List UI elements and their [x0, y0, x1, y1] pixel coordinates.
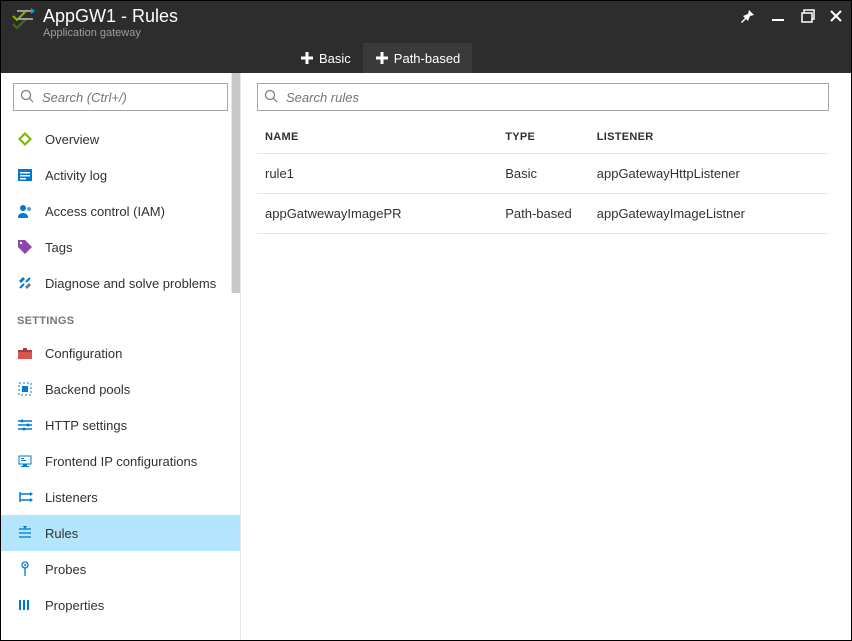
nav-label: Access control (IAM) [45, 204, 165, 219]
frontend-ip-icon [17, 453, 33, 469]
rules-table: NAME TYPE LISTENER rule1 Basic appGatewa… [257, 121, 829, 234]
nav-http-settings[interactable]: HTTP settings [1, 407, 240, 443]
nav-label: Frontend IP configurations [45, 454, 197, 469]
nav-label: Overview [45, 132, 99, 147]
nav-label: HTTP settings [45, 418, 127, 433]
nav-label: Diagnose and solve problems [45, 276, 216, 291]
rules-search-box[interactable] [257, 83, 829, 111]
add-path-based-button[interactable]: Path-based [363, 43, 473, 73]
tags-icon [17, 239, 33, 255]
sidebar-nav: Overview Activity log Access control (IA… [1, 73, 241, 640]
maximize-icon[interactable] [801, 9, 815, 23]
sidebar-search [1, 73, 240, 121]
probes-icon [17, 561, 33, 577]
cell-name: appGatwewayImagePR [257, 194, 497, 234]
table-row[interactable]: rule1 Basic appGatewayHttpListener [257, 154, 829, 194]
nav-access-control[interactable]: Access control (IAM) [1, 193, 240, 229]
cell-type: Path-based [497, 194, 589, 234]
nav-label: Tags [45, 240, 72, 255]
settings-section-header: SETTINGS [1, 301, 240, 335]
overview-icon [17, 131, 33, 147]
page-subtitle: Application gateway [43, 27, 178, 39]
activity-log-icon [17, 167, 33, 183]
table-row[interactable]: appGatwewayImagePR Path-based appGateway… [257, 194, 829, 234]
nav-label: Properties [45, 598, 104, 613]
page-title: AppGW1 - Rules [43, 5, 178, 27]
cell-type: Basic [497, 154, 589, 194]
column-listener[interactable]: LISTENER [589, 121, 829, 154]
add-basic-button[interactable]: Basic [288, 43, 363, 73]
search-icon [20, 89, 34, 106]
nav-configuration[interactable]: Configuration [1, 335, 240, 371]
nav-label: Activity log [45, 168, 107, 183]
title-bar: AppGW1 - Rules Application gateway [1, 1, 851, 43]
sidebar-search-box[interactable] [13, 83, 228, 111]
nav-activity-log[interactable]: Activity log [1, 157, 240, 193]
nav-overview[interactable]: Overview [1, 121, 240, 157]
nav-diagnose[interactable]: Diagnose and solve problems [1, 265, 240, 301]
listeners-icon [17, 489, 33, 505]
sidebar-search-input[interactable] [40, 89, 221, 106]
access-control-icon [17, 203, 33, 219]
minimize-icon[interactable] [769, 7, 787, 25]
add-path-based-label: Path-based [394, 51, 461, 66]
content-pane: NAME TYPE LISTENER rule1 Basic appGatewa… [241, 73, 851, 640]
nav-properties[interactable]: Properties [1, 587, 240, 623]
command-bar: Basic Path-based [1, 43, 851, 73]
add-basic-label: Basic [319, 51, 351, 66]
search-icon [264, 89, 278, 106]
nav-tags[interactable]: Tags [1, 229, 240, 265]
rules-icon [17, 525, 33, 541]
configuration-icon [17, 345, 33, 361]
rules-search-input[interactable] [284, 89, 822, 106]
nav-probes[interactable]: Probes [1, 551, 240, 587]
sidebar-scrollbar[interactable] [231, 73, 241, 640]
column-type[interactable]: TYPE [497, 121, 589, 154]
scrollbar-thumb[interactable] [231, 73, 241, 293]
diagnose-icon [17, 275, 33, 291]
nav-listeners[interactable]: Listeners [1, 479, 240, 515]
cell-listener: appGatewayHttpListener [589, 154, 829, 194]
nav-label: Configuration [45, 346, 122, 361]
nav-label: Listeners [45, 490, 98, 505]
nav-rules[interactable]: Rules [1, 515, 240, 551]
nav-backend-pools[interactable]: Backend pools [1, 371, 240, 407]
appgw-resource-icon [11, 5, 35, 31]
nav-label: Backend pools [45, 382, 130, 397]
column-name[interactable]: NAME [257, 121, 497, 154]
cell-name: rule1 [257, 154, 497, 194]
cell-listener: appGatewayImageListner [589, 194, 829, 234]
http-settings-icon [17, 417, 33, 433]
nav-frontend-ip[interactable]: Frontend IP configurations [1, 443, 240, 479]
nav-label: Rules [45, 526, 78, 541]
pin-icon[interactable] [741, 9, 755, 23]
nav-label: Probes [45, 562, 86, 577]
backend-pools-icon [17, 381, 33, 397]
close-icon[interactable] [829, 9, 843, 23]
properties-icon [17, 597, 33, 613]
